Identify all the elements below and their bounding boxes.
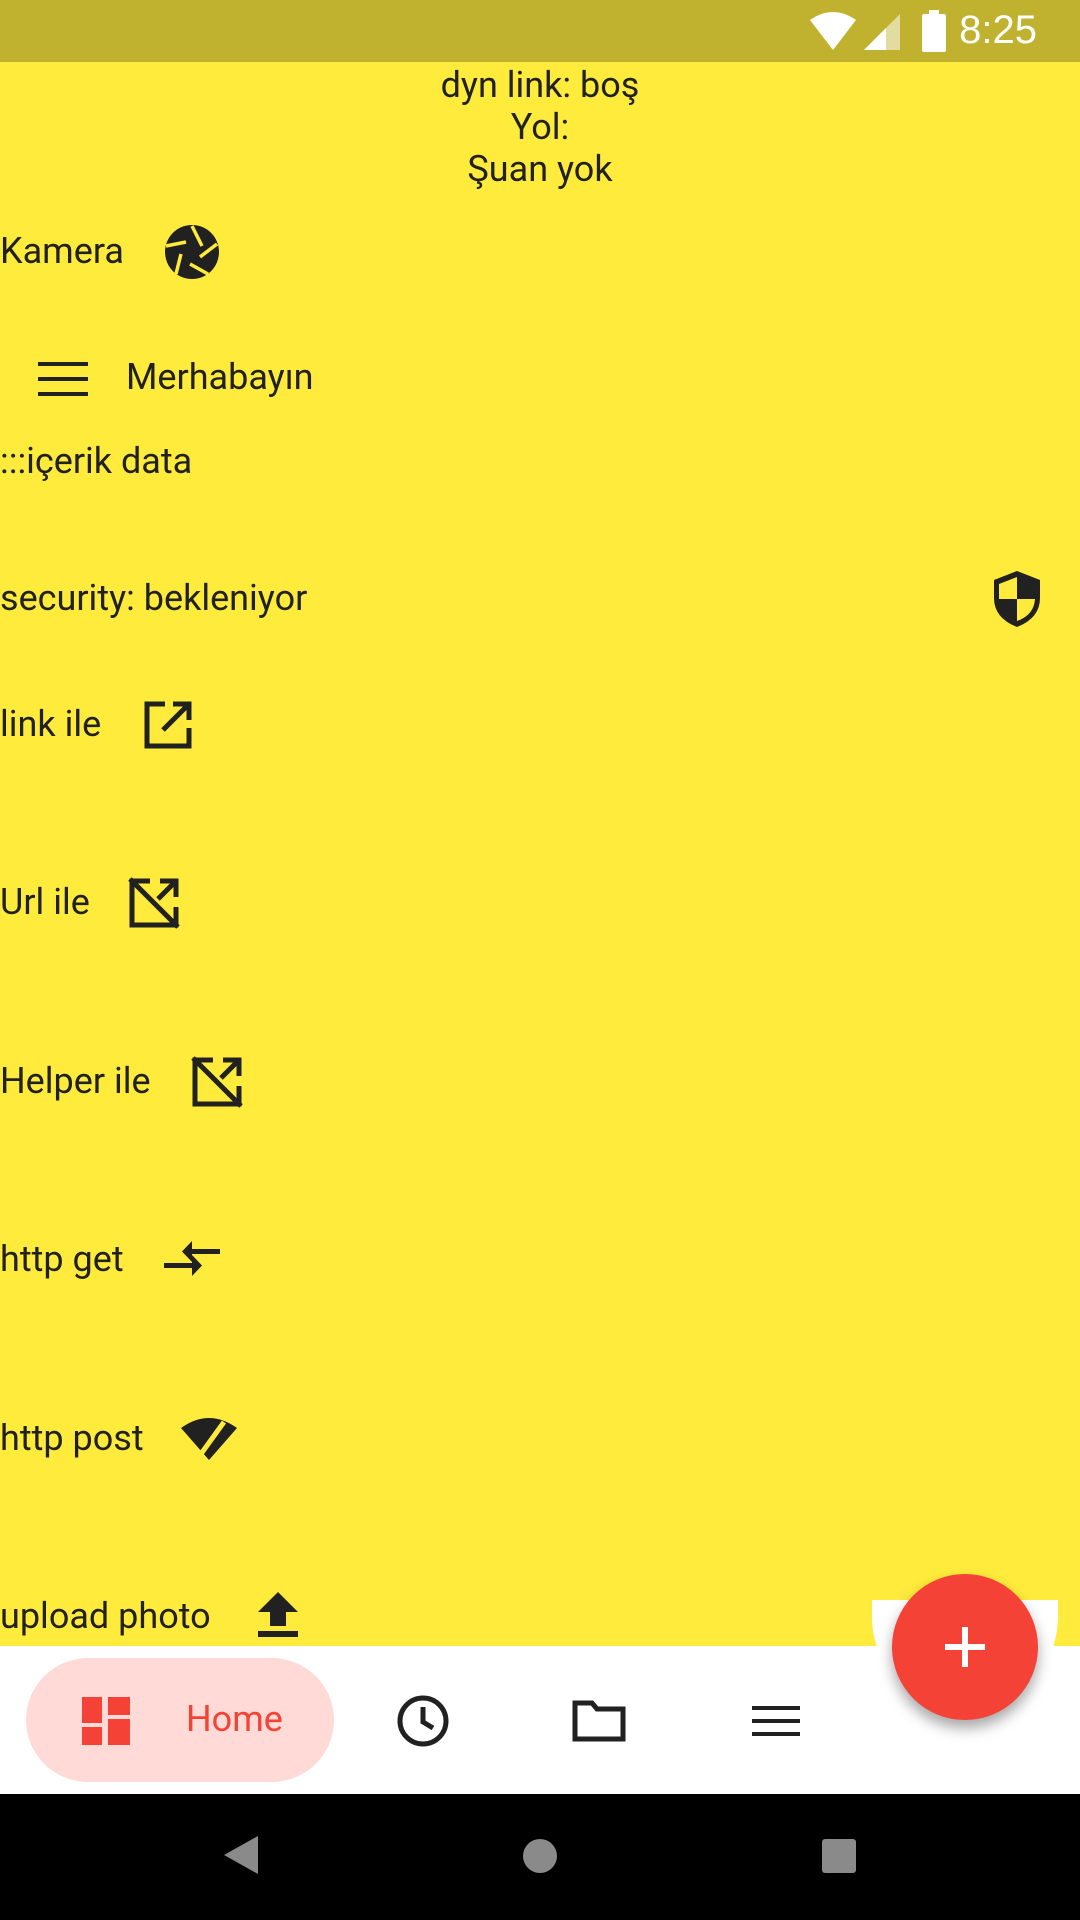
- status-bar: 8:25: [0, 0, 1080, 62]
- kamera-label: Kamera: [0, 230, 124, 272]
- dyn-link-text: dyn link: boş: [440, 64, 640, 106]
- compare-arrows-icon[interactable]: [164, 1241, 220, 1279]
- open-in-new-icon[interactable]: [143, 700, 193, 750]
- clock-icon[interactable]: [396, 1694, 450, 1748]
- battery-icon: [922, 10, 946, 52]
- link-ile-label: link ile: [0, 703, 102, 745]
- http-post-label: http post: [0, 1417, 144, 1459]
- menu-icon[interactable]: [38, 362, 88, 396]
- main-content: [0, 62, 1080, 1646]
- camera-shutter-icon[interactable]: [164, 224, 220, 280]
- yol-text: Yol:: [510, 106, 570, 148]
- status-time: 8:25: [959, 8, 1037, 52]
- recents-icon[interactable]: [822, 1839, 856, 1873]
- back-icon[interactable]: [224, 1836, 258, 1874]
- link-off-icon[interactable]: [191, 1056, 243, 1108]
- http-get-label: http get: [0, 1238, 124, 1280]
- icerik-data-text: :::içerik data: [0, 440, 193, 482]
- helper-ile-label: Helper ile: [0, 1060, 151, 1102]
- system-navigation-bar: [0, 1794, 1080, 1920]
- menu-title: Merhabayın: [126, 356, 314, 398]
- security-status-text: security: bekleniyor: [0, 577, 308, 619]
- home-circle-icon[interactable]: [522, 1838, 558, 1874]
- dashboard-icon: [82, 1697, 130, 1745]
- plus-icon: [941, 1623, 989, 1671]
- wifi-icon: [810, 12, 856, 50]
- url-ile-label: Url ile: [0, 881, 90, 923]
- nav-home[interactable]: [26, 1658, 334, 1782]
- upload-icon[interactable]: [257, 1592, 299, 1638]
- upload-photo-label: upload photo: [0, 1595, 211, 1637]
- link-off-icon[interactable]: [128, 877, 180, 929]
- signal-wifi-off-icon[interactable]: [180, 1418, 238, 1462]
- shield-icon: [992, 570, 1042, 628]
- cell-signal-icon: [864, 14, 900, 50]
- add-fab-button[interactable]: [892, 1574, 1038, 1720]
- menu-icon[interactable]: [752, 1706, 800, 1736]
- nav-home-label[interactable]: Home: [186, 1698, 283, 1740]
- suan-text: Şuan yok: [467, 148, 613, 190]
- folder-icon[interactable]: [572, 1700, 626, 1742]
